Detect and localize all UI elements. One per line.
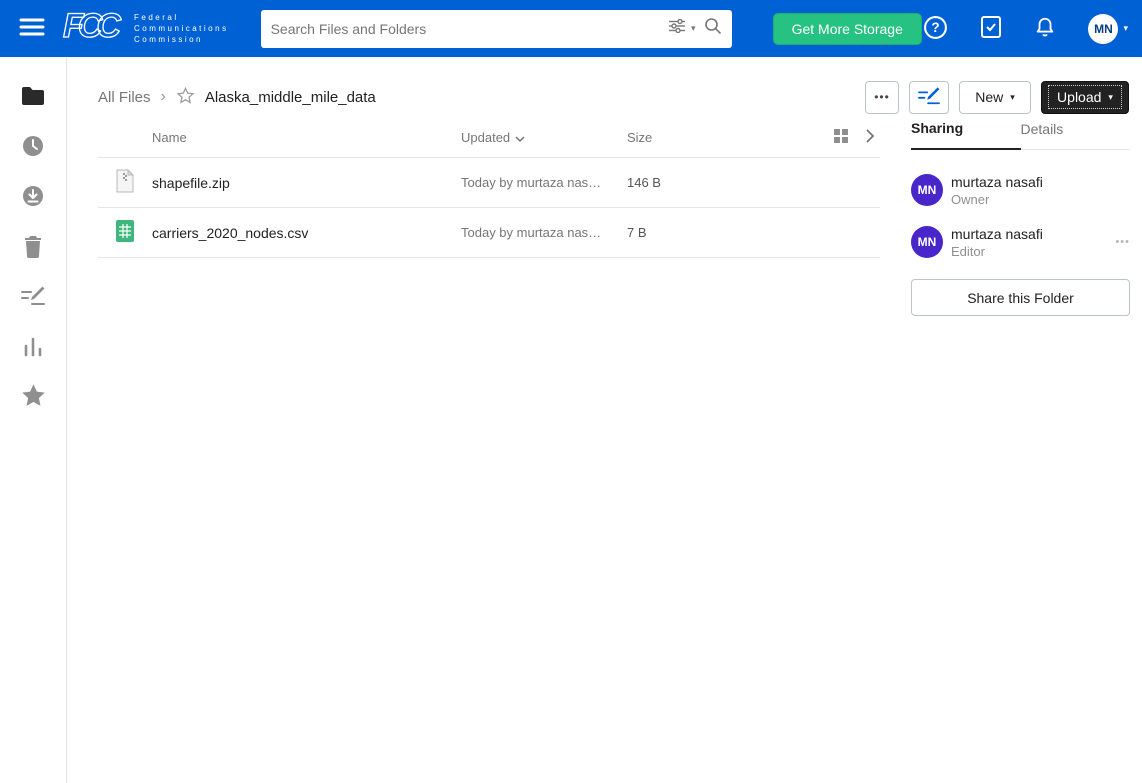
left-sidebar: [0, 57, 67, 783]
sidebar-item-all-files[interactable]: [21, 85, 45, 109]
clipboard-check-icon: [980, 15, 1002, 42]
svg-text:FCC: FCC: [63, 7, 121, 45]
search-icon[interactable]: [704, 17, 722, 40]
share-folder-button[interactable]: Share this Folder: [911, 279, 1130, 316]
notifications-button[interactable]: [1034, 15, 1056, 42]
file-updated: Today by murtaza nas…: [461, 225, 627, 240]
sidebar-item-recents[interactable]: [21, 135, 45, 159]
folder-title: Alaska_middle_mile_data: [205, 89, 376, 106]
collaborator-role: Editor: [951, 244, 1043, 259]
table-row[interactable]: carriers_2020_nodes.csv Today by murtaza…: [98, 208, 880, 258]
star-icon: [20, 382, 47, 412]
sidebar-item-offline[interactable]: [21, 185, 45, 209]
sidebar-item-favorites[interactable]: [20, 385, 47, 409]
upload-button[interactable]: Upload ▾: [1041, 81, 1129, 114]
content-header: All Files › Alaska_middle_mile_data ••• …: [98, 79, 1129, 115]
download-circle-icon: [21, 184, 45, 211]
search-filter-caret-icon[interactable]: ▾: [691, 23, 696, 34]
account-menu[interactable]: MN ▾: [1088, 14, 1128, 44]
column-header-name[interactable]: Name: [98, 130, 461, 145]
breadcrumb: All Files › Alaska_middle_mile_data: [98, 86, 376, 109]
sign-icon: [20, 285, 46, 310]
table-row[interactable]: shapefile.zip Today by murtaza nas… 146 …: [98, 158, 880, 208]
column-header-size[interactable]: Size: [627, 130, 834, 145]
file-size: 146 B: [627, 175, 880, 190]
avatar: MN: [911, 226, 943, 258]
bell-icon: [1034, 15, 1056, 42]
search-input[interactable]: [271, 21, 669, 37]
get-more-storage-button[interactable]: Get More Storage: [773, 13, 922, 45]
list-item[interactable]: MN murtaza nasafi Editor •••: [911, 216, 1130, 268]
search-box: ▾: [261, 10, 732, 48]
svg-text:?: ?: [932, 20, 940, 35]
updated-header-label: Updated: [461, 130, 510, 145]
fcc-mark-icon: FCC: [62, 6, 124, 51]
app-window: FCC Federal Communications Commission ▾: [0, 0, 1142, 783]
file-name: carriers_2020_nodes.csv: [152, 225, 308, 241]
hamburger-menu-button[interactable]: [14, 11, 50, 47]
file-table: Name Updated Size: [98, 118, 880, 258]
topbar: FCC Federal Communications Commission ▾: [0, 0, 1142, 57]
sidebar-item-trash[interactable]: [23, 235, 43, 259]
sort-caret-icon: [515, 130, 525, 145]
upload-caret-icon: ▾: [1108, 92, 1113, 103]
csv-file-icon: [115, 219, 135, 246]
filter-icon[interactable]: [669, 19, 685, 38]
collaborator-role: Owner: [951, 192, 1043, 207]
upload-button-label: Upload: [1057, 89, 1101, 105]
table-header: Name Updated Size: [98, 118, 880, 158]
collaborator-name: murtaza nasafi: [951, 174, 1043, 190]
zip-file-icon: [115, 169, 135, 196]
list-item[interactable]: MN murtaza nasafi Owner: [911, 164, 1130, 216]
new-button[interactable]: New ▾: [959, 81, 1031, 114]
breadcrumb-all-files[interactable]: All Files: [98, 89, 151, 106]
bar-chart-icon: [22, 335, 44, 360]
collapse-panel-chevron-icon[interactable]: [866, 129, 874, 146]
folder-toolbar: ••• New ▾ Upload ▾: [865, 81, 1129, 114]
favorite-star-icon[interactable]: [176, 86, 195, 109]
tasks-button[interactable]: [980, 15, 1002, 42]
tab-sharing[interactable]: Sharing: [911, 120, 1021, 150]
sharing-panel: Sharing Details MN murtaza nasafi Owner …: [911, 120, 1130, 316]
clock-icon: [21, 134, 45, 161]
file-size: 7 B: [627, 225, 880, 240]
column-header-updated[interactable]: Updated: [461, 130, 627, 145]
topbar-actions: ? MN ▾: [923, 14, 1128, 44]
folder-icon: [21, 86, 45, 109]
sidebar-item-insights[interactable]: [22, 335, 44, 359]
avatar: MN: [911, 174, 943, 206]
user-avatar: MN: [1088, 14, 1118, 44]
more-options-button[interactable]: •••: [865, 81, 899, 114]
new-button-label: New: [975, 89, 1003, 105]
collaborator-name: murtaza nasafi: [951, 226, 1043, 242]
file-updated: Today by murtaza nas…: [461, 175, 627, 190]
sign-blue-icon: [917, 86, 941, 109]
tab-details[interactable]: Details: [1021, 120, 1131, 149]
main-content: All Files › Alaska_middle_mile_data ••• …: [68, 57, 1142, 783]
help-button[interactable]: ?: [923, 15, 948, 43]
collaborator-list: MN murtaza nasafi Owner MN murtaza nasaf…: [911, 150, 1130, 268]
breadcrumb-separator-icon: ›: [161, 88, 166, 106]
account-caret-icon: ▾: [1123, 23, 1128, 34]
panel-tabs: Sharing Details: [911, 120, 1130, 150]
fcc-wordmark: Federal Communications Commission: [134, 12, 229, 45]
trash-icon: [23, 234, 43, 261]
sign-request-button[interactable]: [909, 81, 949, 114]
collaborator-options-button[interactable]: •••: [1115, 236, 1130, 248]
fcc-logo[interactable]: FCC Federal Communications Commission: [62, 6, 229, 51]
new-caret-icon: ▾: [1010, 92, 1015, 103]
sidebar-item-sign[interactable]: [20, 285, 46, 309]
question-mark-icon: ?: [923, 15, 948, 43]
file-name: shapefile.zip: [152, 175, 230, 191]
grid-view-icon[interactable]: [834, 129, 848, 146]
view-controls: [834, 129, 880, 146]
hamburger-icon: [19, 17, 45, 40]
